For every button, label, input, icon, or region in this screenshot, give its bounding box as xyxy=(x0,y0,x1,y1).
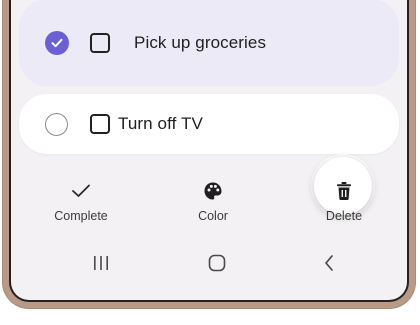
item-text: Pick up groceries xyxy=(134,32,267,52)
checkmark-icon xyxy=(51,38,63,47)
complete-button[interactable]: Complete xyxy=(31,180,131,223)
back-icon xyxy=(325,255,333,271)
screen: Pick up groceries Turn off TV Complete C… xyxy=(9,0,409,302)
color-button[interactable]: Color xyxy=(163,180,263,223)
home-button[interactable] xyxy=(197,248,237,278)
home-icon xyxy=(208,254,226,272)
todo-checkbox[interactable] xyxy=(90,32,110,53)
navigation-bar xyxy=(11,248,407,278)
checkmark-icon xyxy=(72,184,90,197)
trash-icon xyxy=(337,182,351,200)
recent-apps-button[interactable] xyxy=(81,248,121,278)
recent-apps-icon xyxy=(94,256,108,270)
select-circle-icon[interactable] xyxy=(45,112,68,136)
list-item[interactable]: Turn off TV xyxy=(19,94,399,154)
item-text: Turn off TV xyxy=(118,114,203,133)
list-item[interactable]: Pick up groceries xyxy=(19,0,399,86)
phone-frame: Pick up groceries Turn off TV Complete C… xyxy=(3,0,415,308)
complete-label: Complete xyxy=(54,209,108,223)
color-label: Color xyxy=(198,209,228,223)
delete-label: Delete xyxy=(325,209,363,223)
palette-icon xyxy=(204,182,222,200)
selected-check-icon[interactable] xyxy=(45,30,69,55)
action-bar: Complete Color Delete xyxy=(11,180,407,240)
back-button[interactable] xyxy=(309,248,349,278)
delete-button[interactable]: Delete xyxy=(294,180,394,223)
todo-checkbox[interactable] xyxy=(90,114,110,134)
